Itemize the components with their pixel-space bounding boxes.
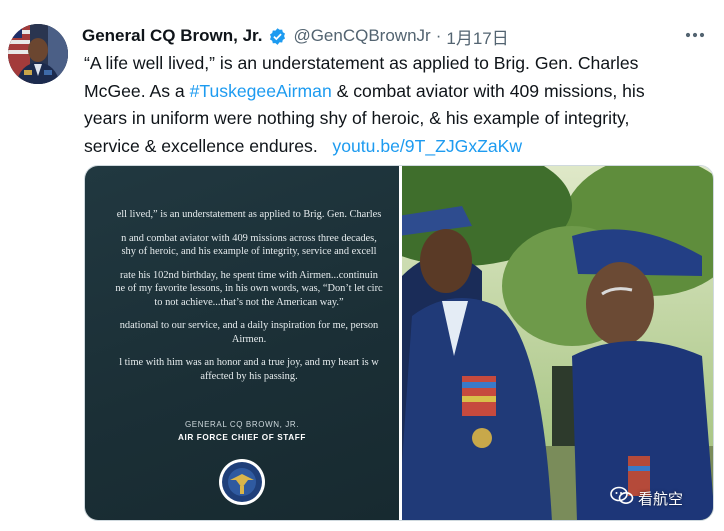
tweet-text-segment: & combat aviator with 409 missions, his <box>331 80 645 101</box>
avatar[interactable] <box>8 24 68 84</box>
handle[interactable]: @GenCQBrownJr <box>293 26 430 46</box>
statement-line: n and combat aviator with 409 missions a… <box>121 232 377 244</box>
statement-line: rate his 102nd birthday, he spent time w… <box>120 269 378 281</box>
more-dots-icon[interactable] <box>680 24 710 46</box>
statement-image[interactable]: ell lived,” is an understatement as appl… <box>85 166 399 520</box>
youtube-link[interactable]: youtu.be/9T_ZJGxZaKw <box>332 136 522 156</box>
watermark: 看航空 <box>610 486 683 511</box>
statement-line: ne of my favorite lessons, in his own wo… <box>115 283 383 294</box>
statement-paragraph: rate his 102nd birthday, he spent time w… <box>85 269 399 310</box>
statement-paragraph: ndational to our service, and a daily in… <box>85 319 399 346</box>
verified-badge-icon <box>268 27 287 46</box>
tweet-text-line: “A life well lived,” is an understatemen… <box>84 53 639 73</box>
tweet-text-line: service & excellence endures. youtu.be/9… <box>84 133 714 161</box>
statement-paragraph: ell lived,” is an understatement as appl… <box>85 208 399 222</box>
watermark-text: 看航空 <box>638 491 684 508</box>
tweet-text: “A life well lived,” is an understatemen… <box>84 50 714 160</box>
separator: · <box>435 26 442 45</box>
two-officers-photo[interactable] <box>402 166 713 520</box>
tweet-text-segment: service & excellence endures. <box>84 135 318 156</box>
statement-text: ell lived,” is an understatement as appl… <box>85 208 399 393</box>
statement-line: l time with him was an honor and a true … <box>119 357 379 368</box>
tweet-text-line: McGee. As a #TuskegeeAirman & combat avi… <box>84 78 714 106</box>
hashtag-link[interactable]: #TuskegeeAirman <box>190 81 332 101</box>
signature-name: GENERAL CQ BROWN, JR. <box>184 420 300 429</box>
statement-line: affected by his passing. <box>200 370 298 382</box>
statement-line: ndational to our service, and a daily in… <box>119 320 379 331</box>
air-force-seal-icon <box>218 458 266 506</box>
statement-paragraph: l time with him was an honor and a true … <box>85 356 399 383</box>
media-grid[interactable]: ell lived,” is an understatement as appl… <box>84 165 714 521</box>
tweet-text-segment: McGee. As a <box>84 80 190 101</box>
tweet-card[interactable]: General CQ Brown, Jr. @GenCQBrownJr · 1月… <box>0 0 724 531</box>
statement-line: ell lived,” is an understatement as appl… <box>116 209 382 220</box>
statement-line: to not achieve...that’s not the American… <box>154 296 344 308</box>
wechat-icon <box>610 486 634 511</box>
statement-line: shy of heroic, and his example of integr… <box>121 246 377 257</box>
tweet-text-line: years in uniform were nothing shy of her… <box>84 108 630 128</box>
statement-line: Airmen. <box>231 333 267 345</box>
tweet-header: General CQ Brown, Jr. @GenCQBrownJr · 1月… <box>82 24 509 49</box>
statement-paragraph: n and combat aviator with 409 missions a… <box>85 232 399 259</box>
timestamp[interactable]: 1月17日 <box>446 24 508 49</box>
display-name[interactable]: General CQ Brown, Jr. <box>82 26 262 46</box>
signature-title: AIR FORCE CHIEF OF STAFF <box>178 433 306 442</box>
